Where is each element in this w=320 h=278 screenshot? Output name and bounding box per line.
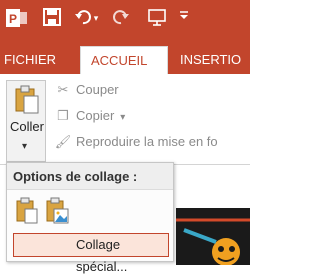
paste-label: Coller [10,119,44,134]
scissors-icon: ✂ [57,82,69,97]
redo-icon[interactable] [112,8,130,28]
tab-insertion[interactable]: INSERTIO [180,46,241,74]
svg-text:P: P [9,12,17,26]
cut-label: Couper [76,82,119,97]
title-bar: P ▾ [0,0,250,38]
clipboard-icon [15,85,39,114]
format-painter-label: Reproduire la mise en fo [76,134,218,149]
paste-button[interactable]: Coller ▾ [6,80,46,162]
customize-qat-icon[interactable] [178,8,190,28]
copy-button[interactable]: ❐ Copier ▾ [54,106,125,126]
tab-fichier[interactable]: FICHIER [4,46,56,74]
paste-dropdown-arrow-icon[interactable]: ▾ [22,141,27,152]
copy-icon: ❐ [57,108,69,123]
copy-label: Copier [76,108,115,123]
format-painter-icon: 🖌 [54,134,72,149]
undo-icon[interactable] [74,8,92,28]
slide-thumbnail-icon [176,218,250,266]
powerpoint-logo-icon[interactable]: P [6,8,28,28]
chevron-down-icon[interactable]: ▾ [92,8,100,28]
paste-options-menu: Options de collage : Collage spécial... [6,162,174,274]
paste-special-menu-item[interactable]: Collage spécial... [13,233,169,274]
paste-as-picture-icon[interactable] [45,197,71,225]
ribbon-tab-bar: FICHIER ACCUEIL INSERTIO [0,38,250,74]
cut-button[interactable]: ✂ Couper [54,80,119,100]
save-icon[interactable] [42,8,62,28]
paste-keep-formatting-icon[interactable] [15,197,41,225]
paste-options-header: Options de collage : [7,163,173,190]
tab-accueil[interactable]: ACCUEIL [80,46,168,74]
format-painter-button[interactable]: 🖌 Reproduire la mise en fo [54,132,218,152]
start-from-beginning-icon[interactable] [146,8,168,28]
slide-preview [176,208,250,266]
copy-dropdown-icon[interactable]: ▾ [120,112,125,123]
